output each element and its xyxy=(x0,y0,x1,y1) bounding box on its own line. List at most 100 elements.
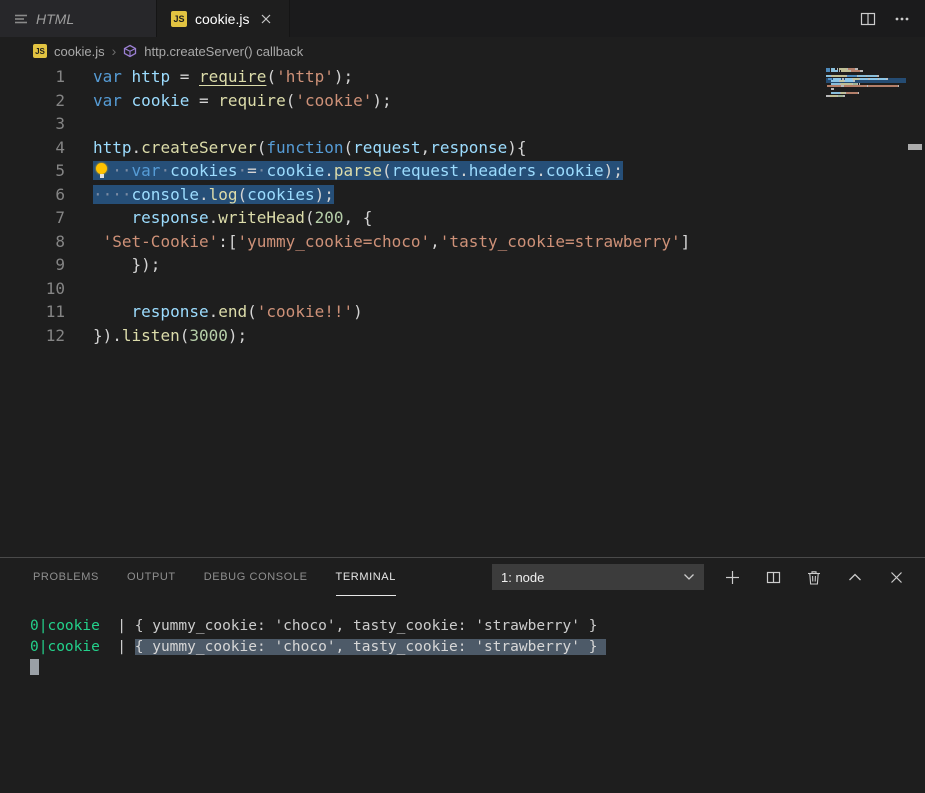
line-number[interactable]: 5 xyxy=(0,159,65,183)
code-token: ) xyxy=(353,302,363,321)
code-token: . xyxy=(198,184,209,204)
code-token: ; xyxy=(343,67,354,86)
line-number[interactable]: 10 xyxy=(0,277,65,301)
split-editor-icon[interactable] xyxy=(855,6,881,32)
overview-ruler-mark xyxy=(908,144,922,150)
panel-tab-problems[interactable]: PROBLEMS xyxy=(33,558,99,596)
code-token: ) xyxy=(507,137,517,157)
selection-highlight: ··var·cookies·=·cookie.parse(request.hea… xyxy=(93,161,623,180)
minimap[interactable] xyxy=(826,68,906,97)
code-token: var xyxy=(93,90,122,110)
line-number[interactable]: 4 xyxy=(0,136,65,160)
breadcrumb-file[interactable]: cookie.js xyxy=(54,44,105,59)
code-token: = xyxy=(179,67,190,86)
line-number[interactable]: 6 xyxy=(0,183,65,207)
code-token: listen xyxy=(121,325,180,345)
code-token: 'cookie!!' xyxy=(256,302,354,321)
code-token: writeHead xyxy=(218,208,305,227)
split-terminal-icon[interactable] xyxy=(760,564,786,590)
code-token: 'tasty_cookie=strawberry' xyxy=(439,231,681,251)
code-line[interactable]: 4 http.createServer(function(request,resp… xyxy=(0,136,925,160)
code-line[interactable]: 7 response.writeHead(200, { xyxy=(0,206,925,230)
terminal-output[interactable]: 0|cookie | { yummy_cookie: 'choco', tast… xyxy=(0,596,925,678)
code-token: , xyxy=(430,231,440,251)
code-token: . xyxy=(208,208,219,227)
code-line[interactable]: 10 xyxy=(0,277,925,301)
terminal-picker-value: 1: node xyxy=(501,569,545,585)
line-number[interactable]: 1 xyxy=(0,65,65,89)
terminal-picker-dropdown[interactable]: 1: node xyxy=(492,564,704,590)
chevron-down-icon xyxy=(684,574,694,580)
code-line[interactable]: 8 'Set-Cookie':['yummy_cookie=choco','ta… xyxy=(0,230,925,254)
code-line[interactable]: 1 var http = require('http'); xyxy=(0,65,925,89)
line-number[interactable]: 3 xyxy=(0,112,65,136)
code-token: · xyxy=(160,161,171,180)
code-token: request xyxy=(353,137,421,157)
selection-highlight: ····console.log(cookies); xyxy=(93,184,334,204)
trash-icon[interactable] xyxy=(801,564,827,590)
line-number[interactable]: 7 xyxy=(0,206,65,230)
code-token: cookie xyxy=(266,161,325,180)
line-number[interactable]: 9 xyxy=(0,253,65,277)
code-token: ; xyxy=(324,184,334,204)
code-line[interactable]: 3 xyxy=(0,112,925,136)
vscode-window: HTML JS cookie.js JS cookie.js › http.cr… xyxy=(0,0,925,793)
new-terminal-icon[interactable] xyxy=(719,564,745,590)
tab-label: cookie.js xyxy=(195,10,250,27)
breadcrumb: JS cookie.js › http.createServer() callb… xyxy=(0,37,925,65)
chevron-up-icon[interactable] xyxy=(842,564,868,590)
code-line[interactable]: 12}).listen(3000); xyxy=(0,324,925,348)
code-line[interactable]: 2 var cookie = require('cookie'); xyxy=(0,89,925,113)
code-token: var xyxy=(131,161,161,180)
breadcrumb-symbol[interactable]: http.createServer() callback xyxy=(144,44,303,59)
code-token: . xyxy=(324,161,334,180)
tab-bar: HTML JS cookie.js xyxy=(0,0,925,37)
code-token: http xyxy=(131,67,171,86)
panel-tab-terminal[interactable]: TERMINAL xyxy=(335,558,396,596)
line-number[interactable]: 11 xyxy=(0,300,65,324)
panel-tab-output[interactable]: OUTPUT xyxy=(127,558,176,596)
line-number[interactable]: 2 xyxy=(0,89,65,113)
line-number[interactable]: 12 xyxy=(0,324,65,348)
code-token: ( xyxy=(343,137,354,157)
code-token: = xyxy=(247,161,257,180)
line-number[interactable]: 8 xyxy=(0,230,65,254)
code-token: . xyxy=(459,161,469,180)
code-token: parse xyxy=(333,161,383,180)
panel-tab-debug-console[interactable]: DEBUG CONSOLE xyxy=(204,558,308,596)
close-panel-icon[interactable] xyxy=(883,564,909,590)
code-token: ( xyxy=(237,184,248,204)
code-token: ) xyxy=(227,325,238,345)
code-editor[interactable]: 1 var http = require('http'); 2 var cookie … xyxy=(0,65,925,557)
code-token: = xyxy=(198,90,209,110)
editor-lines: 1 var http = require('http'); 2 var cookie … xyxy=(0,65,925,347)
lightbulb-icon[interactable] xyxy=(93,159,112,183)
code-token: function xyxy=(266,137,344,157)
code-line[interactable]: 11 response.end('cookie!!') xyxy=(0,300,925,324)
code-token: cookie xyxy=(545,161,604,180)
code-token: ) xyxy=(372,90,383,110)
code-token: ) xyxy=(603,161,614,180)
tab-cookie-js[interactable]: JS cookie.js xyxy=(157,0,291,37)
code-token: ( xyxy=(285,90,296,110)
code-token: ( xyxy=(266,67,277,86)
close-icon[interactable] xyxy=(257,10,275,28)
code-token: request xyxy=(391,161,460,180)
code-line[interactable]: 5 ··var·cookies·=·cookie.parse(request.he… xyxy=(0,159,925,183)
more-actions-icon[interactable] xyxy=(889,6,915,32)
code-token: { xyxy=(362,208,373,227)
tab-html[interactable]: HTML xyxy=(0,0,157,37)
code-token: 'Set-Cookie' xyxy=(102,231,219,251)
code-token: cookie xyxy=(131,90,190,110)
code-line[interactable]: 6 ····console.log(cookies); xyxy=(0,183,925,207)
code-token: createServer xyxy=(141,137,257,157)
code-token: 'http' xyxy=(276,67,334,86)
code-token: . xyxy=(536,161,546,180)
code-token: 'cookie' xyxy=(295,90,373,110)
code-line[interactable]: 9 }); xyxy=(0,253,925,277)
